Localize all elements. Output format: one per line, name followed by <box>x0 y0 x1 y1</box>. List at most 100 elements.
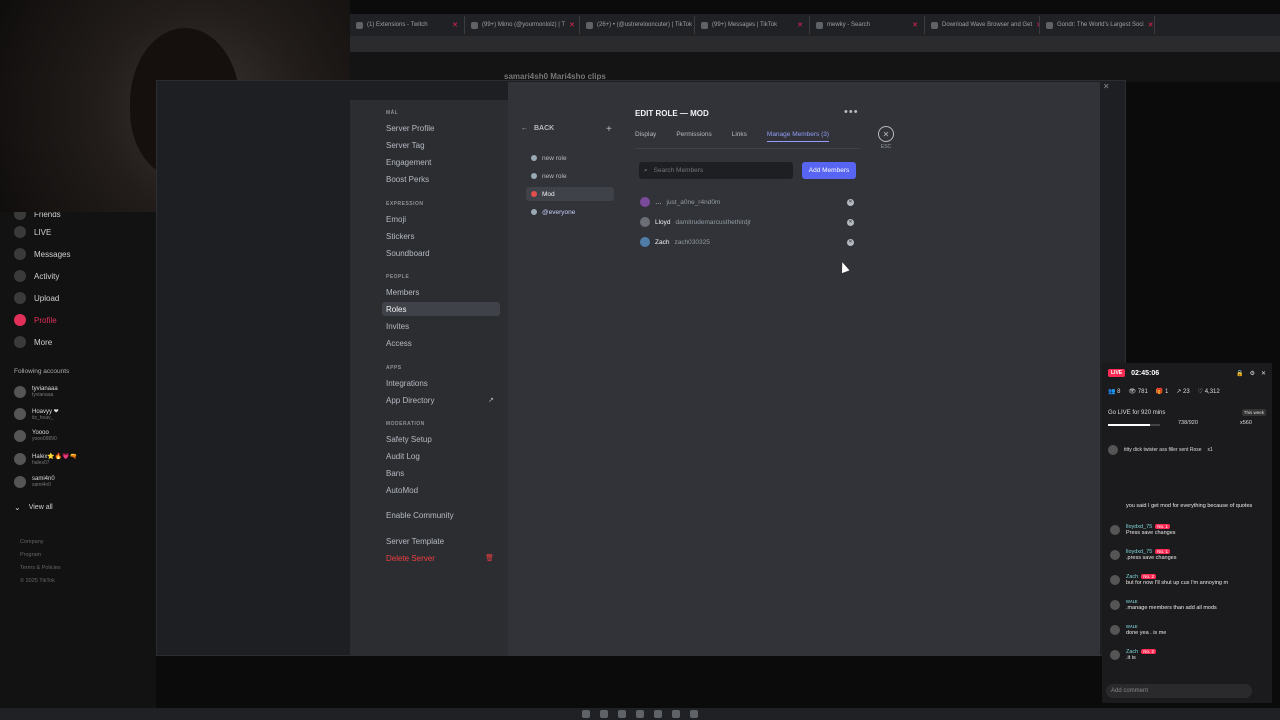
taskbar-app-icon[interactable] <box>672 710 680 718</box>
view-all-link[interactable]: ⌄ View all <box>14 503 53 512</box>
close-icon: ✕ <box>878 126 894 142</box>
add-members-button[interactable]: Add Members <box>802 162 856 179</box>
settings-server-tag[interactable]: Server Tag <box>382 138 500 152</box>
browser-tab[interactable]: (26+) • (@ustrerelooncuter) | TikTok✕ <box>580 16 695 34</box>
settings-emoji[interactable]: Emoji <box>382 212 500 226</box>
live-icon <box>14 226 26 238</box>
footer-terms[interactable]: Terms & Policies <box>20 562 61 575</box>
settings-app-directory[interactable]: App Directory ↗ <box>382 393 500 407</box>
settings-access[interactable]: Access <box>382 336 500 350</box>
browser-tab[interactable]: mewky - Search ✕ <box>810 16 925 34</box>
taskbar-app-icon[interactable] <box>654 710 662 718</box>
following-item[interactable]: Yoooo yooo09890 <box>14 430 57 442</box>
browser-tab[interactable]: Download Wave Browser and Get✕ <box>925 16 1040 34</box>
search-members-input[interactable] <box>653 167 774 174</box>
settings-automod[interactable]: AutoMod <box>382 483 500 497</box>
role-item-mod[interactable]: Mod <box>526 187 614 201</box>
taskbar-app-icon[interactable] <box>690 710 698 718</box>
external-link-icon: ↗ <box>488 397 494 404</box>
address-bar[interactable] <box>350 36 1280 52</box>
chat-message: lloydxd_75 No. 1 .press save changes <box>1108 549 1268 561</box>
following-heading: Following accounts <box>14 368 70 375</box>
tab-manage-members[interactable]: Manage Members (3) <box>766 131 830 142</box>
role-item[interactable]: new role <box>526 169 614 183</box>
taskbar-app-icon[interactable] <box>636 710 644 718</box>
close-window-icon[interactable]: ✕ <box>1103 82 1110 94</box>
close-settings-button[interactable]: ✕ ESC <box>877 126 895 156</box>
tiktok-favicon-icon <box>471 21 478 29</box>
nav-more[interactable]: More <box>14 336 52 348</box>
following-item[interactable]: Hoavyy ❤ itz_hoav_ <box>14 408 59 421</box>
settings-icon[interactable]: ⚙ <box>1250 370 1255 377</box>
settings-soundboard[interactable]: Soundboard <box>382 246 500 260</box>
category-server: Mál <box>386 110 399 116</box>
tiktok-favicon-icon <box>586 21 593 29</box>
browser-tab[interactable]: (99+) Messages | TikTok ✕ <box>695 16 810 34</box>
lock-icon[interactable]: 🔒 <box>1236 370 1243 377</box>
settings-invites[interactable]: Invites <box>382 319 500 333</box>
settings-safety-setup[interactable]: Safety Setup <box>382 432 500 446</box>
role-color-dot <box>531 191 537 197</box>
member-row: Lloyd damitrudemarcusthethirdjr ✕ <box>640 214 854 230</box>
add-role-button[interactable]: + <box>606 124 612 135</box>
nav-profile[interactable]: Profile <box>14 314 57 326</box>
settings-stickers[interactable]: Stickers <box>382 229 500 243</box>
role-item-everyone[interactable]: @everyone <box>526 205 614 219</box>
footer-copyright: © 2025 TikTok <box>20 578 55 584</box>
following-item[interactable]: sami4n0 sami4n0 <box>14 476 55 488</box>
taskbar-app-icon[interactable] <box>618 710 626 718</box>
tiktok-favicon-icon <box>701 21 708 29</box>
nav-live[interactable]: LIVE <box>14 226 51 238</box>
search-icon: ⌕ <box>644 166 648 174</box>
settings-members[interactable]: Members <box>382 285 500 299</box>
goal-progress-fill <box>1108 424 1150 426</box>
tab-display[interactable]: Display <box>635 131 656 142</box>
profile-icon <box>14 314 26 326</box>
browser-tab[interactable]: (1) Extensions - Twitch ✕ <box>350 16 465 34</box>
nav-upload[interactable]: Upload <box>14 292 59 304</box>
remove-member-icon[interactable]: ✕ <box>847 198 854 206</box>
settings-bans[interactable]: Bans <box>382 466 500 480</box>
nav-messages[interactable]: Messages <box>14 248 70 260</box>
category-apps: Apps <box>386 365 402 371</box>
settings-audit-log[interactable]: Audit Log <box>382 449 500 463</box>
remove-member-icon[interactable]: ✕ <box>847 218 854 226</box>
viewers-stat: 👥 8 <box>1108 389 1121 395</box>
settings-server-profile[interactable]: Server Profile <box>382 121 500 135</box>
tab-links[interactable]: Links <box>732 131 747 142</box>
settings-delete-server[interactable]: Delete Server 🗑 <box>382 551 500 565</box>
back-button[interactable]: ← BACK <box>521 125 554 132</box>
following-item[interactable]: Halex⭐🔥💗🔫 halex07 <box>14 453 77 466</box>
chat-message: you said I get mod for everything becaus… <box>1126 503 1253 509</box>
remove-member-icon[interactable]: ✕ <box>847 238 854 246</box>
close-tab-icon[interactable]: ✕ <box>452 21 458 29</box>
settings-server-template[interactable]: Server Template <box>382 534 500 548</box>
close-tab-icon[interactable]: ✕ <box>797 21 803 29</box>
close-tab-icon[interactable]: ✕ <box>912 21 918 29</box>
avatar <box>14 386 26 398</box>
browser-tab[interactable]: Gondr: The World's Largest Soci ✕ <box>1040 16 1155 34</box>
taskbar-app-icon[interactable] <box>582 710 590 718</box>
close-tab-icon[interactable]: ✕ <box>569 21 575 29</box>
more-options-icon[interactable]: ••• <box>844 106 859 118</box>
settings-engagement[interactable]: Engagement <box>382 155 500 169</box>
settings-enable-community[interactable]: Enable Community <box>382 508 500 522</box>
footer-program[interactable]: Program <box>20 549 61 562</box>
chat-message: lloydxd_75 No. 1 Press save changes <box>1108 524 1268 536</box>
search-members-field[interactable]: ⌕ <box>639 162 793 179</box>
settings-boost-perks[interactable]: Boost Perks <box>382 172 500 186</box>
wave-favicon-icon <box>931 21 938 29</box>
nav-activity[interactable]: Activity <box>14 270 59 282</box>
trash-icon: 🗑 <box>485 555 494 562</box>
browser-tab[interactable]: (99+) Mimo (@yourmonlolz) | T ✕ <box>465 16 580 34</box>
settings-integrations[interactable]: Integrations <box>382 376 500 390</box>
settings-roles[interactable]: Roles <box>382 302 500 316</box>
close-icon[interactable]: ✕ <box>1261 370 1266 377</box>
footer-company[interactable]: Company <box>20 536 61 549</box>
close-tab-icon[interactable]: ✕ <box>1148 21 1154 29</box>
role-item[interactable]: new role <box>526 151 614 165</box>
add-comment-input[interactable]: Add comment <box>1106 684 1252 698</box>
taskbar-app-icon[interactable] <box>600 710 608 718</box>
following-item[interactable]: tyvianaaa tyvianaaa <box>14 386 58 398</box>
tab-permissions[interactable]: Permissions <box>676 131 711 142</box>
